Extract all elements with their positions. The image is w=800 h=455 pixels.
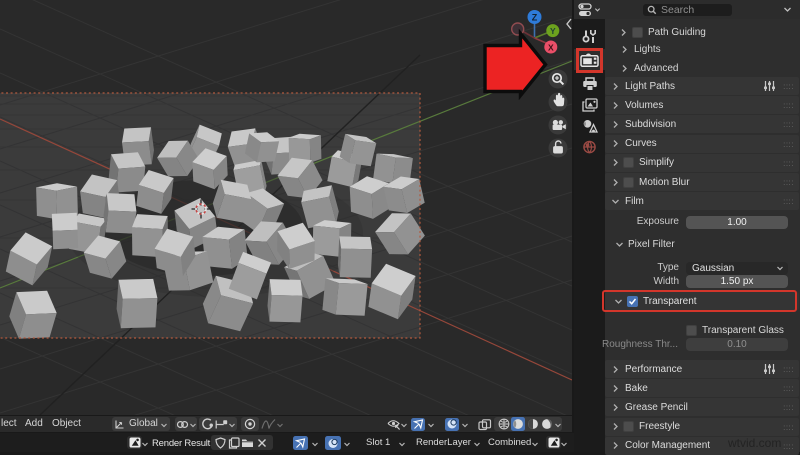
- svg-text:Z: Z: [532, 13, 538, 23]
